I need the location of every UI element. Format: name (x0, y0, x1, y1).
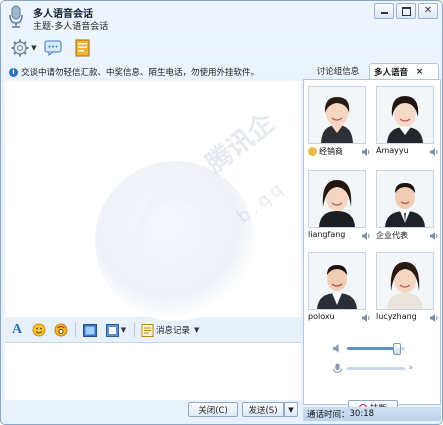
message-history-label: 消息记录 (156, 326, 191, 336)
chevron-down-icon: ▼ (194, 326, 200, 334)
avatar (376, 252, 434, 310)
font-button[interactable]: A (9, 322, 25, 338)
speaker-icon[interactable] (429, 231, 439, 241)
settings-button[interactable]: ▼ (9, 37, 39, 59)
gear-icon (11, 39, 29, 57)
chat-bubble-icon (44, 40, 62, 56)
send-button[interactable]: 发送(S) (242, 402, 284, 417)
chevron-down-icon: ▼ (120, 326, 127, 334)
window-title: 多人语音会话 (33, 9, 93, 20)
member-name: 企业代表 (376, 231, 408, 240)
tab-multi-voice-label: 多人语音 (374, 67, 409, 78)
speaker-icon[interactable] (361, 231, 371, 241)
microphone-icon (333, 363, 342, 373)
tab-multi-voice[interactable]: 多人语音 × (369, 63, 439, 79)
message-history-button[interactable]: 消息记录 ▼ (141, 323, 200, 337)
call-time-value: 30:18 (349, 409, 375, 419)
member-name: poloxu (308, 312, 335, 321)
document-icon (75, 39, 89, 57)
speaker-icon[interactable] (361, 147, 371, 157)
minimize-button[interactable] (374, 3, 394, 19)
mic-volume-control: » (332, 362, 414, 374)
close-button[interactable]: ✕ (418, 3, 438, 19)
call-status-bar: 通话时间： 30:18 (303, 407, 441, 421)
chevron-down-icon: ▼ (31, 44, 37, 52)
avatar (376, 170, 434, 228)
toolbar: ▼ (1, 35, 442, 61)
window-subtitle: 主题-多人语音会话 (33, 22, 109, 32)
emoji-button[interactable] (31, 322, 47, 338)
member-name: Amayyu (376, 146, 409, 155)
dealer-icon (308, 147, 317, 156)
screen-capture-icon (105, 323, 119, 337)
maximize-button[interactable] (396, 3, 416, 19)
speaker-icon[interactable] (429, 313, 439, 323)
notice-text: 交谈中请勿轻信汇款、中奖信息、陌生电话，勿使用外挂软件。 (21, 68, 260, 78)
microphone-icon (9, 5, 23, 28)
right-panel: 讨论组信息 多人语音 × 经销商 Amayyu liangfang 企业代表 p… (303, 63, 441, 423)
title-bar: 多人语音会话 主题-多人语音会话 ✕ (1, 1, 442, 34)
smiley-icon (32, 323, 46, 337)
volume-icon (333, 343, 339, 353)
format-toolbar: A ▼ 消息记录 ▼ (5, 319, 301, 341)
divider (75, 323, 76, 337)
chevron-down-icon: ▼ (288, 405, 294, 414)
font-icon: A (11, 322, 23, 337)
chat-button[interactable] (43, 37, 63, 59)
avatar (308, 86, 366, 144)
member-name: liangfang (308, 230, 346, 239)
info-icon: i (9, 67, 18, 77)
slider-thumb[interactable] (393, 342, 402, 355)
speaker-volume-control (332, 342, 405, 355)
voice-members-panel: 经销商 Amayyu liangfang 企业代表 poloxu lucyzha… (303, 79, 441, 415)
close-chat-button[interactable]: 关闭(C) (188, 402, 238, 417)
screenshot-button[interactable] (82, 322, 98, 338)
speaker-volume-slider[interactable] (347, 342, 405, 355)
speaker-icon[interactable] (429, 147, 439, 157)
avatar (308, 170, 366, 228)
member-name: lucyzhang (376, 312, 417, 321)
avatar (376, 86, 434, 144)
image-icon (83, 323, 97, 337)
double-chevron-right-icon: » (408, 363, 414, 373)
voice-chat-window: 多人语音会话 主题-多人语音会话 ✕ ▼ i 交谈中请勿轻信汇款、中奖信息、陌生… (0, 0, 443, 425)
tab-discussion-info[interactable]: 讨论组信息 (307, 63, 369, 79)
mic-volume-slider[interactable] (347, 366, 405, 370)
history-icon (141, 323, 154, 337)
magic-emoji-button[interactable] (53, 322, 69, 338)
message-input[interactable] (5, 342, 301, 400)
security-notice: i 交谈中请勿轻信汇款、中奖信息、陌生电话，勿使用外挂软件。 (9, 65, 259, 79)
minimize-icon (380, 12, 388, 14)
maximize-icon (401, 6, 411, 16)
member-name: 经销商 (308, 146, 343, 157)
panel-tabs: 讨论组信息 多人语音 × (303, 63, 441, 79)
screen-capture-button[interactable]: ▼ (104, 322, 128, 338)
file-transfer-button[interactable] (73, 37, 91, 59)
divider (134, 323, 135, 337)
send-options-button[interactable]: ▼ (284, 402, 298, 417)
speaker-icon[interactable] (361, 313, 371, 323)
magic-face-icon (54, 323, 68, 337)
close-icon: ✕ (423, 5, 433, 16)
call-time-label: 通话时间： (307, 410, 350, 420)
tab-close-icon[interactable]: × (416, 67, 423, 77)
avatar (308, 252, 366, 310)
